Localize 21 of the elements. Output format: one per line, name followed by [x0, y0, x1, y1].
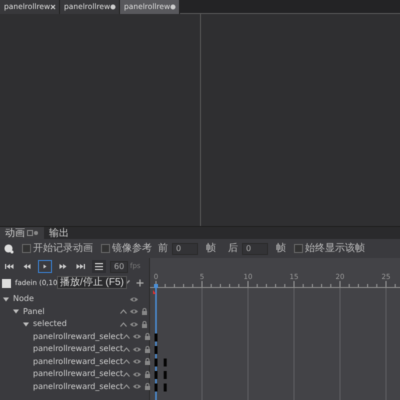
before-field[interactable]: 0 [172, 242, 198, 254]
tree-node-label[interactable]: panelrollreward_select [33, 356, 124, 368]
tooltip: 播放/停止 (F5) [57, 276, 127, 289]
after-field[interactable]: 0 [242, 242, 268, 254]
frame-unit-label: 帧 [276, 242, 286, 256]
mirror-reference-label: 镜像参考 [112, 242, 152, 256]
tree-node-label[interactable]: panelrollreward_select [33, 330, 124, 343]
record-animation-label: 开始记录动画 [33, 242, 93, 256]
tree-node-label[interactable]: panelrollreward_select [33, 380, 124, 393]
before-label: 前 [158, 242, 168, 256]
fps-field[interactable]: 60 [110, 260, 128, 272]
panel-tab[interactable]: 输出 [44, 227, 74, 239]
panel-tab[interactable]: 动画 [0, 227, 44, 239]
frame-unit-label: 帧 [206, 242, 216, 256]
tree-node-label[interactable]: panelrollreward_select [33, 343, 124, 356]
always-show-frame-label: 始终显示该帧 [305, 242, 365, 256]
tree-node-label[interactable]: Node [13, 293, 34, 306]
tree-node-label[interactable]: selected [33, 318, 67, 330]
tree-node-label[interactable]: Panel [23, 306, 45, 318]
tree-node-label[interactable]: panelrollreward_select [33, 368, 124, 380]
after-label: 后 [228, 242, 238, 256]
